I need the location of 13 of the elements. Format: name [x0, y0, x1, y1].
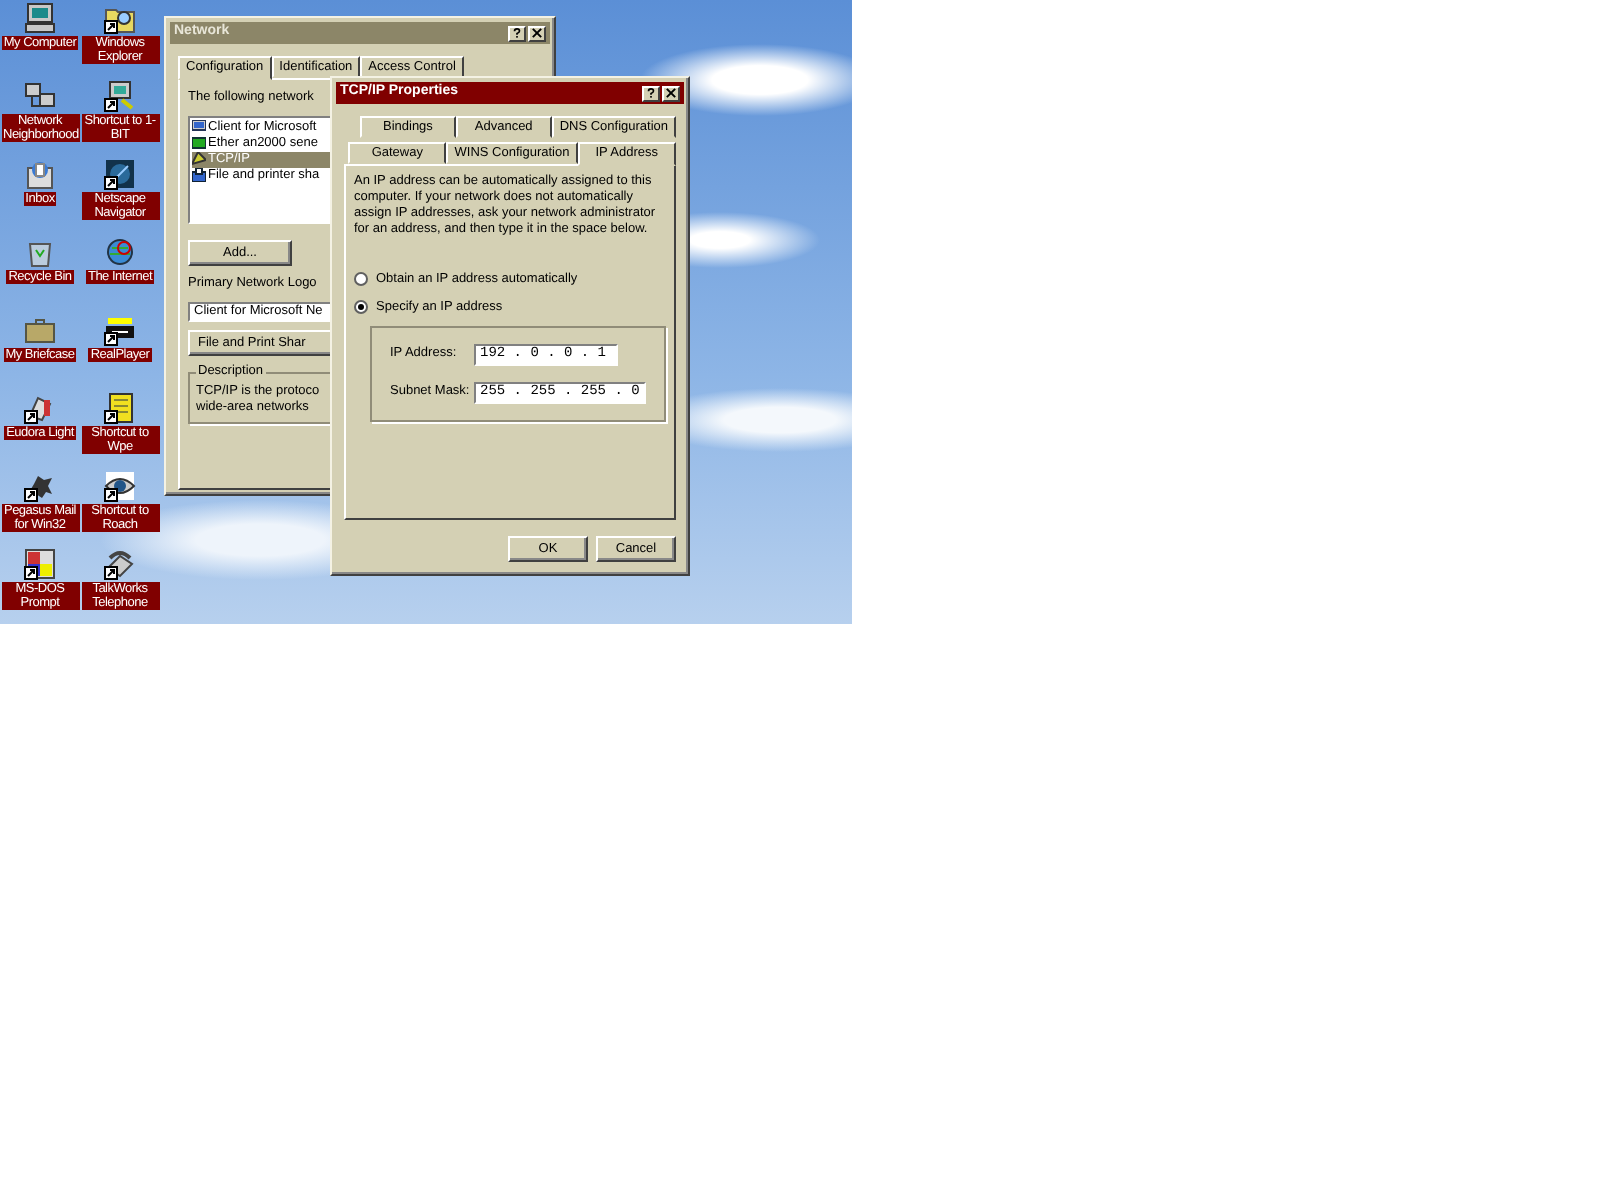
- briefcase-icon[interactable]: [24, 314, 56, 346]
- monitor-icon: [192, 120, 206, 135]
- radio-button[interactable]: [354, 300, 368, 315]
- help-button[interactable]: [642, 85, 660, 101]
- radio-button[interactable]: [354, 272, 368, 287]
- help-button[interactable]: [508, 25, 526, 41]
- close-button[interactable]: [528, 25, 546, 41]
- printer-icon: [192, 168, 206, 183]
- computers-icon[interactable]: [24, 80, 56, 112]
- close-button[interactable]: [662, 85, 680, 101]
- computer-icon[interactable]: [24, 2, 56, 34]
- network-card-icon: [192, 136, 206, 151]
- inbox-icon[interactable]: [24, 158, 56, 190]
